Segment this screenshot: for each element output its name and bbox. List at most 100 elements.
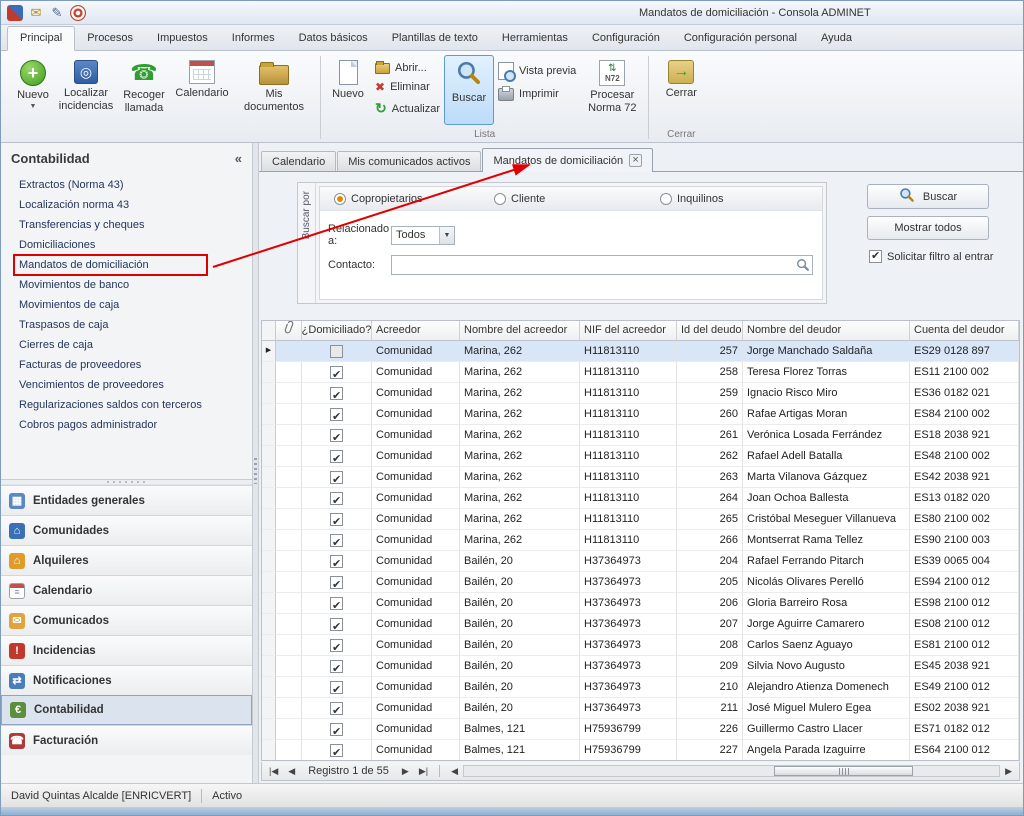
domiciliado-checkbox[interactable] xyxy=(330,471,343,484)
next-record-button[interactable]: ▶ xyxy=(399,766,412,777)
domiciliado-cell[interactable] xyxy=(302,446,372,467)
domiciliado-cell[interactable] xyxy=(302,341,372,362)
table-row[interactable]: Comunidad Marina, 262 H11813110 261 Veró… xyxy=(262,425,1019,446)
domiciliado-cell[interactable] xyxy=(302,551,372,572)
mis-documentos-button[interactable]: Mis documentos xyxy=(232,55,316,125)
ribbon-tab[interactable]: Informes xyxy=(220,27,287,50)
last-record-button[interactable]: ▶| xyxy=(416,766,431,777)
domiciliado-cell[interactable] xyxy=(302,530,372,551)
collapse-sidebar-icon[interactable]: « xyxy=(235,151,242,166)
table-row[interactable]: Comunidad Bailén, 20 H37364973 204 Rafae… xyxy=(262,551,1019,572)
attachment-column-header[interactable] xyxy=(276,321,302,341)
ribbon-tab[interactable]: Datos básicos xyxy=(287,27,380,50)
ribbon-tab[interactable]: Configuración xyxy=(580,27,672,50)
sidebar-nav-item[interactable]: Incidencias xyxy=(1,635,252,665)
contacto-input[interactable] xyxy=(391,255,813,275)
mail-icon[interactable] xyxy=(28,5,44,21)
domiciliado-cell[interactable] xyxy=(302,467,372,488)
domiciliado-checkbox[interactable] xyxy=(330,387,343,400)
domiciliado-checkbox[interactable] xyxy=(330,660,343,673)
sidebar-item[interactable]: Facturas de proveedores xyxy=(1,355,252,375)
domiciliado-cell[interactable] xyxy=(302,488,372,509)
domiciliado-cell[interactable] xyxy=(302,572,372,593)
sidebar-nav-item[interactable]: Comunicados xyxy=(1,605,252,635)
table-row[interactable]: Comunidad Marina, 262 H11813110 259 Igna… xyxy=(262,383,1019,404)
sidebar-nav-item[interactable]: Entidades generales xyxy=(1,485,252,515)
eliminar-button[interactable]: Eliminar xyxy=(371,79,444,95)
sidebar-nav-item[interactable]: Facturación xyxy=(1,725,252,755)
buscar-ribbon-button[interactable]: Buscar xyxy=(444,55,494,125)
notes-icon[interactable] xyxy=(49,5,65,21)
scrollbar-track[interactable] xyxy=(463,765,1000,777)
first-record-button[interactable]: |◀ xyxy=(266,766,281,777)
column-header-nif[interactable]: NIF del acreedor xyxy=(580,321,677,341)
column-header-nombre-deudor[interactable]: Nombre del deudor xyxy=(743,321,910,341)
sidebar-item[interactable]: Mandatos de domiciliación xyxy=(1,255,252,275)
table-row[interactable]: Comunidad Bailén, 20 H37364973 209 Silvi… xyxy=(262,656,1019,677)
nuevo-lista-button[interactable]: Nuevo xyxy=(325,55,371,125)
sidebar-nav-item[interactable]: Notificaciones xyxy=(1,665,252,695)
table-row[interactable]: Comunidad Marina, 262 H11813110 262 Rafa… xyxy=(262,446,1019,467)
ribbon-tab[interactable]: Procesos xyxy=(75,27,145,50)
ribbon-tab[interactable]: Configuración personal xyxy=(672,27,809,50)
ribbon-tab[interactable]: Principal xyxy=(7,26,75,51)
table-row[interactable]: Comunidad Bailén, 20 H37364973 211 José … xyxy=(262,698,1019,719)
filter-radio[interactable]: Copropietarios xyxy=(334,193,494,205)
table-row[interactable]: Comunidad Marina, 262 H11813110 260 Rafa… xyxy=(262,404,1019,425)
domiciliado-checkbox[interactable] xyxy=(330,534,343,547)
sidebar-item[interactable]: Cobros pagos administrador xyxy=(1,415,252,435)
filter-radio[interactable]: Cliente xyxy=(494,193,660,205)
domiciliado-cell[interactable] xyxy=(302,698,372,719)
domiciliado-checkbox[interactable] xyxy=(330,723,343,736)
column-header-id-deudor[interactable]: Id del deudor xyxy=(677,321,743,341)
document-tab[interactable]: Mandatos de domiciliación × xyxy=(482,148,653,172)
sidebar-item[interactable]: Movimientos de caja xyxy=(1,295,252,315)
broadcast-icon[interactable] xyxy=(70,5,86,21)
sidebar-item[interactable]: Vencimientos de proveedores xyxy=(1,375,252,395)
domiciliado-cell[interactable] xyxy=(302,425,372,446)
column-header-acreedor[interactable]: Acreedor xyxy=(372,321,460,341)
domiciliado-checkbox[interactable] xyxy=(330,513,343,526)
table-row[interactable]: Comunidad Marina, 262 H11813110 257 Jorg… xyxy=(262,341,1019,362)
ribbon-tab[interactable]: Plantillas de texto xyxy=(380,27,490,50)
sidebar-nav-item[interactable]: Contabilidad xyxy=(1,695,252,725)
domiciliado-cell[interactable] xyxy=(302,656,372,677)
close-tab-icon[interactable]: × xyxy=(629,154,642,167)
procesar-norma-72-button[interactable]: Procesar Norma 72 xyxy=(580,55,644,125)
domiciliado-cell[interactable] xyxy=(302,593,372,614)
sidebar-item[interactable]: Movimientos de banco xyxy=(1,275,252,295)
domiciliado-checkbox[interactable] xyxy=(330,576,343,589)
sidebar-item[interactable]: Extractos (Norma 43) xyxy=(1,175,252,195)
domiciliado-cell[interactable] xyxy=(302,677,372,698)
domiciliado-cell[interactable] xyxy=(302,719,372,740)
table-row[interactable]: Comunidad Marina, 262 H11813110 266 Mont… xyxy=(262,530,1019,551)
buscar-button[interactable]: Buscar xyxy=(867,184,989,209)
sidebar-item[interactable]: Domiciliaciones xyxy=(1,235,252,255)
table-row[interactable]: Comunidad Marina, 262 H11813110 265 Cris… xyxy=(262,509,1019,530)
domiciliado-checkbox[interactable] xyxy=(330,618,343,631)
horizontal-scrollbar[interactable]: ◀ ▶ xyxy=(448,765,1015,777)
domiciliado-checkbox[interactable] xyxy=(330,639,343,652)
ribbon-tab[interactable]: Ayuda xyxy=(809,27,864,50)
domiciliado-checkbox[interactable] xyxy=(330,681,343,694)
scroll-left-button[interactable]: ◀ xyxy=(448,766,461,777)
table-row[interactable]: Comunidad Marina, 262 H11813110 263 Mart… xyxy=(262,467,1019,488)
sidebar-item[interactable]: Traspasos de caja xyxy=(1,315,252,335)
table-row[interactable]: Comunidad Bailén, 20 H37364973 210 Aleja… xyxy=(262,677,1019,698)
domiciliado-cell[interactable] xyxy=(302,635,372,656)
ribbon-tab[interactable]: Impuestos xyxy=(145,27,220,50)
ribbon-tab[interactable]: Herramientas xyxy=(490,27,580,50)
table-row[interactable]: Comunidad Bailén, 20 H37364973 206 Glori… xyxy=(262,593,1019,614)
domiciliado-cell[interactable] xyxy=(302,740,372,761)
domiciliado-checkbox[interactable] xyxy=(330,597,343,610)
table-row[interactable]: Comunidad Balmes, 121 H75936799 227 Ange… xyxy=(262,740,1019,761)
sidebar-nav-item[interactable]: Alquileres xyxy=(1,545,252,575)
dropdown-arrow-icon[interactable]: ▼ xyxy=(439,227,454,244)
search-icon[interactable] xyxy=(796,258,810,275)
sidebar-item[interactable]: Cierres de caja xyxy=(1,335,252,355)
prev-record-button[interactable]: ◀ xyxy=(285,766,298,777)
document-tab[interactable]: Mis comunicados activos × xyxy=(337,151,481,171)
table-row[interactable]: Comunidad Bailén, 20 H37364973 207 Jorge… xyxy=(262,614,1019,635)
domiciliado-checkbox[interactable] xyxy=(330,555,343,568)
domiciliado-checkbox[interactable] xyxy=(330,702,343,715)
